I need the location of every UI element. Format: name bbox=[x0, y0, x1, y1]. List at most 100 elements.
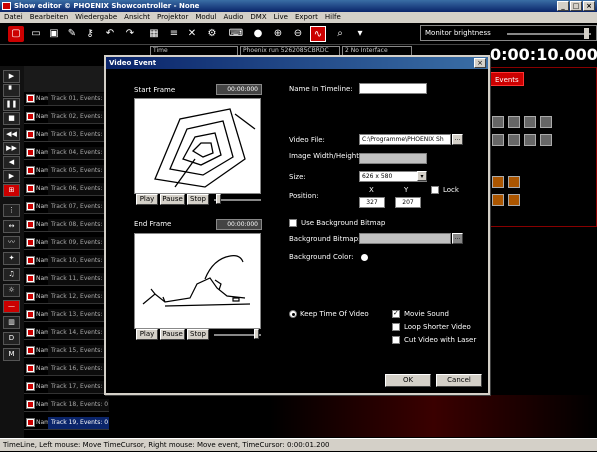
menu-item-8[interactable]: Live bbox=[274, 12, 288, 23]
zoom-in-icon[interactable]: ⊕ bbox=[270, 26, 286, 42]
play-icon[interactable]: ▶ bbox=[3, 70, 20, 83]
pause-icon[interactable]: ❚❚ bbox=[3, 98, 20, 111]
track-enable-checkbox[interactable] bbox=[26, 328, 35, 337]
track-enable-checkbox[interactable] bbox=[26, 202, 35, 211]
track-row[interactable]: Name Track 14, Events: 0 bbox=[24, 326, 109, 340]
track-enable-checkbox[interactable] bbox=[26, 112, 35, 121]
event-icon-2[interactable] bbox=[508, 116, 520, 128]
event-icon-1[interactable] bbox=[492, 116, 504, 128]
track-enable-checkbox[interactable] bbox=[26, 238, 35, 247]
list-icon[interactable]: ≡ bbox=[166, 26, 182, 42]
size-dropdown-arrow[interactable]: ▾ bbox=[417, 171, 427, 181]
track-enable-checkbox[interactable] bbox=[26, 94, 35, 103]
cut-icon[interactable]: — bbox=[3, 300, 20, 313]
end-stop-button[interactable]: Stop bbox=[187, 329, 209, 340]
edit-icon[interactable]: ✎ bbox=[64, 26, 80, 42]
fast-forward-icon[interactable]: ▶▶ bbox=[3, 142, 20, 155]
tab-events[interactable]: Events bbox=[490, 72, 524, 86]
track-enable-checkbox[interactable] bbox=[26, 184, 35, 193]
tools-icon[interactable]: ✕ bbox=[184, 26, 200, 42]
end-frame-slider[interactable] bbox=[254, 329, 259, 339]
event-icon-5[interactable] bbox=[492, 134, 504, 146]
track-row[interactable]: Name Track 08, Events: 0 bbox=[24, 218, 109, 232]
track-row[interactable]: Name Track 10, Events: 0 bbox=[24, 254, 109, 268]
track-enable-checkbox[interactable] bbox=[26, 256, 35, 265]
piano-icon[interactable]: ▥ bbox=[3, 316, 20, 329]
menu-item-2[interactable]: Wiedergabe bbox=[75, 12, 117, 23]
track-row[interactable]: Name Track 01, Events: 0 bbox=[24, 92, 109, 106]
dmx-icon-1[interactable] bbox=[492, 176, 504, 188]
rewind-icon[interactable]: ◀◀ bbox=[3, 128, 20, 141]
track-row[interactable]: Name Track 07, Events: 0 bbox=[24, 200, 109, 214]
waveform-icon[interactable]: ∿ bbox=[310, 26, 326, 42]
keep-time-radio[interactable] bbox=[289, 310, 297, 318]
track-row[interactable]: Name Track 15, Events: 0 bbox=[24, 344, 109, 358]
loop-shorter-checkbox[interactable] bbox=[392, 323, 400, 331]
laser-icon[interactable]: ✦ bbox=[3, 252, 20, 265]
menu-item-1[interactable]: Bearbeiten bbox=[30, 12, 68, 23]
move-icon[interactable]: ↔ bbox=[3, 220, 20, 233]
step-forward-icon[interactable]: ▶ bbox=[3, 170, 20, 183]
settings-icon[interactable]: ⚙ bbox=[204, 26, 220, 42]
track-row[interactable]: Name Track 13, Events: 0 bbox=[24, 308, 109, 322]
grid-icon[interactable]: ▦ bbox=[146, 26, 162, 42]
menu-item-7[interactable]: DMX bbox=[250, 12, 266, 23]
start-frame-slider[interactable] bbox=[216, 194, 221, 204]
save-icon[interactable]: ▣ bbox=[46, 26, 62, 42]
dropdown-icon[interactable]: ▾ bbox=[352, 26, 368, 42]
minimize-button[interactable]: _ bbox=[557, 1, 569, 11]
record-track-icon[interactable]: ⊞ bbox=[3, 184, 20, 197]
position-y-input[interactable]: 207 bbox=[395, 197, 421, 208]
dmx-icon-4[interactable] bbox=[508, 194, 520, 206]
menu-item-3[interactable]: Ansicht bbox=[124, 12, 150, 23]
position-x-input[interactable]: 327 bbox=[359, 197, 385, 208]
redo-icon[interactable]: ↷ bbox=[122, 26, 138, 42]
audio-icon[interactable]: ♫ bbox=[3, 268, 20, 281]
menu-item-10[interactable]: Hilfe bbox=[325, 12, 341, 23]
event-icon-7[interactable] bbox=[524, 134, 536, 146]
end-play-button[interactable]: Play bbox=[136, 329, 158, 340]
track-row[interactable]: Name Track 09, Events: 0 bbox=[24, 236, 109, 250]
track-row[interactable]: Name Track 18, Events: 0 bbox=[24, 398, 109, 412]
record-icon[interactable]: ● bbox=[250, 26, 266, 42]
wave-edit-icon[interactable]: 〰 bbox=[3, 236, 20, 249]
bg-color-swatch[interactable] bbox=[361, 254, 368, 261]
cancel-button[interactable]: Cancel bbox=[436, 374, 482, 387]
key-icon[interactable]: ⚷ bbox=[82, 26, 98, 42]
midi-icon[interactable]: M bbox=[3, 348, 20, 361]
track-row[interactable]: Name Track 17, Events: 0 bbox=[24, 380, 109, 394]
start-stop-button[interactable]: Stop bbox=[187, 194, 209, 205]
maximize-button[interactable]: □ bbox=[570, 1, 582, 11]
new-icon[interactable]: ▢ bbox=[8, 26, 24, 42]
start-pause-button[interactable]: Pause bbox=[160, 194, 185, 205]
video-file-input[interactable]: C:\Programme\PHOENIX Sh bbox=[359, 134, 451, 145]
marker-icon[interactable]: ▘ bbox=[3, 84, 20, 97]
step-back-icon[interactable]: ◀ bbox=[3, 156, 20, 169]
track-enable-checkbox[interactable] bbox=[26, 130, 35, 139]
track-row[interactable]: Name Track 19, Events: 0 bbox=[24, 416, 109, 430]
track-enable-checkbox[interactable] bbox=[26, 310, 35, 319]
track-enable-checkbox[interactable] bbox=[26, 400, 35, 409]
track-enable-checkbox[interactable] bbox=[26, 418, 35, 427]
event-icon-4[interactable] bbox=[540, 116, 552, 128]
zoom-out-icon[interactable]: ⊖ bbox=[290, 26, 306, 42]
track-enable-checkbox[interactable] bbox=[26, 166, 35, 175]
menu-item-0[interactable]: Datei bbox=[4, 12, 23, 23]
browse-video-button[interactable]: … bbox=[452, 134, 463, 145]
track-row[interactable]: Name Track 03, Events: 0 bbox=[24, 128, 109, 142]
monitor-brightness-slider[interactable] bbox=[584, 28, 589, 39]
use-bg-bitmap-checkbox[interactable] bbox=[289, 219, 297, 227]
ok-button[interactable]: OK bbox=[385, 374, 431, 387]
track-enable-checkbox[interactable] bbox=[26, 148, 35, 157]
menu-item-5[interactable]: Modul bbox=[195, 12, 216, 23]
track-row[interactable]: Name Track 06, Events: 0 bbox=[24, 182, 109, 196]
light-icon[interactable]: ☼ bbox=[3, 284, 20, 297]
track-enable-checkbox[interactable] bbox=[26, 220, 35, 229]
dmx-icon-2[interactable] bbox=[508, 176, 520, 188]
movie-sound-checkbox[interactable] bbox=[392, 309, 400, 318]
track-enable-checkbox[interactable] bbox=[26, 346, 35, 355]
track-enable-checkbox[interactable] bbox=[26, 382, 35, 391]
timeline-ruler[interactable] bbox=[24, 66, 109, 92]
track-enable-checkbox[interactable] bbox=[26, 274, 35, 283]
track-row[interactable]: Name Track 04, Events: 0 bbox=[24, 146, 109, 160]
